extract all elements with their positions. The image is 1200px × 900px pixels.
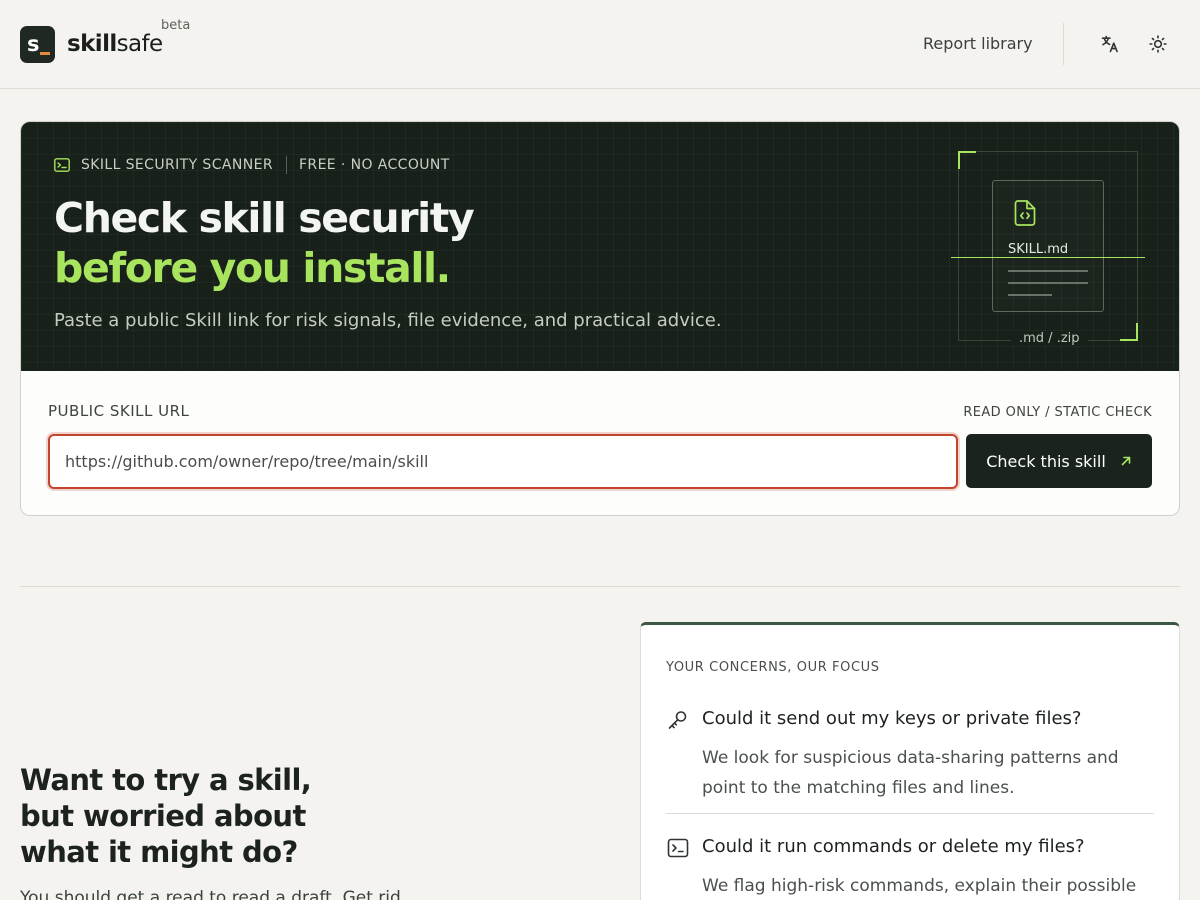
arrow-up-right-icon (1120, 455, 1132, 467)
eyebrow-secondary: FREE · NO ACCOUNT (298, 157, 450, 173)
eyebrow-separator (285, 156, 287, 174)
hero-subtitle: Paste a public Skill link for risk signa… (54, 310, 722, 331)
logo-mark[interactable]: s (20, 26, 55, 63)
intro-heading: Want to try a skill, but worried about w… (20, 763, 312, 869)
scan-illustration: SKILL.md .md / .zip (951, 151, 1145, 346)
concern-divider (666, 813, 1154, 814)
concerns-label: YOUR CONCERNS, OUR FOCUS (666, 660, 880, 675)
logo-cursor-bar (40, 52, 50, 55)
beta-badge: beta (161, 18, 191, 33)
language-button[interactable] (1098, 32, 1122, 56)
key-icon (668, 711, 687, 729)
document-line (1008, 282, 1088, 284)
file-code-icon (1014, 200, 1036, 226)
theme-toggle-button[interactable] (1146, 32, 1170, 56)
check-skill-button[interactable]: Check this skill (966, 434, 1152, 488)
brand-wordmark[interactable]: skillsafe (67, 29, 163, 59)
intro-body: You should get a read to read a draft. G… (20, 888, 401, 900)
concern-description: We look for suspicious data-sharing patt… (702, 748, 1119, 798)
scan-corner-top-left (958, 151, 976, 169)
brand-light: safe (116, 31, 164, 57)
hero-title-line2: before you install. (54, 244, 451, 292)
translate-icon (1101, 35, 1118, 53)
nav-report-library[interactable]: Report library (923, 34, 1033, 53)
site-header: s skillsafe beta Report library (0, 0, 1200, 89)
concern-title: Could it send out my keys or private fil… (702, 708, 1082, 729)
document-illustration: SKILL.md (992, 180, 1104, 312)
scanner-card: SKILL SECURITY SCANNER FREE · NO ACCOUNT… (20, 121, 1180, 516)
concerns-card: YOUR CONCERNS, OUR FOCUS Could it send o… (640, 622, 1180, 900)
hero-title: Check skill security before you install. (54, 193, 475, 293)
scan-corner-bottom-right (1120, 323, 1138, 341)
hero-panel: SKILL SECURITY SCANNER FREE · NO ACCOUNT… (21, 122, 1179, 371)
accepted-file-types: .md / .zip (1011, 331, 1088, 346)
logo-mark-letter: s (27, 32, 40, 56)
section-divider (20, 586, 1180, 587)
document-line (1008, 294, 1052, 296)
hero-title-line1: Check skill security (54, 194, 475, 242)
document-line (1008, 270, 1088, 272)
concern-description: We flag high-risk commands, explain thei… (702, 876, 1137, 896)
brand-bold: skill (67, 31, 117, 57)
concern-title: Could it run commands or delete my files… (702, 836, 1085, 857)
hero-eyebrow: SKILL SECURITY SCANNER FREE · NO ACCOUNT (54, 156, 450, 174)
header-divider (1063, 23, 1064, 65)
scan-line (951, 257, 1145, 258)
terminal-icon (54, 158, 70, 172)
document-filename: SKILL.md (1008, 242, 1069, 257)
url-field-meta: READ ONLY / STATIC CHECK (963, 405, 1152, 420)
eyebrow-primary: SKILL SECURITY SCANNER (81, 157, 273, 173)
skill-url-input[interactable] (48, 434, 958, 489)
terminal-icon (667, 838, 689, 858)
url-field-label: PUBLIC SKILL URL (48, 402, 190, 420)
check-skill-label: Check this skill (986, 451, 1106, 471)
sun-icon (1149, 35, 1167, 53)
